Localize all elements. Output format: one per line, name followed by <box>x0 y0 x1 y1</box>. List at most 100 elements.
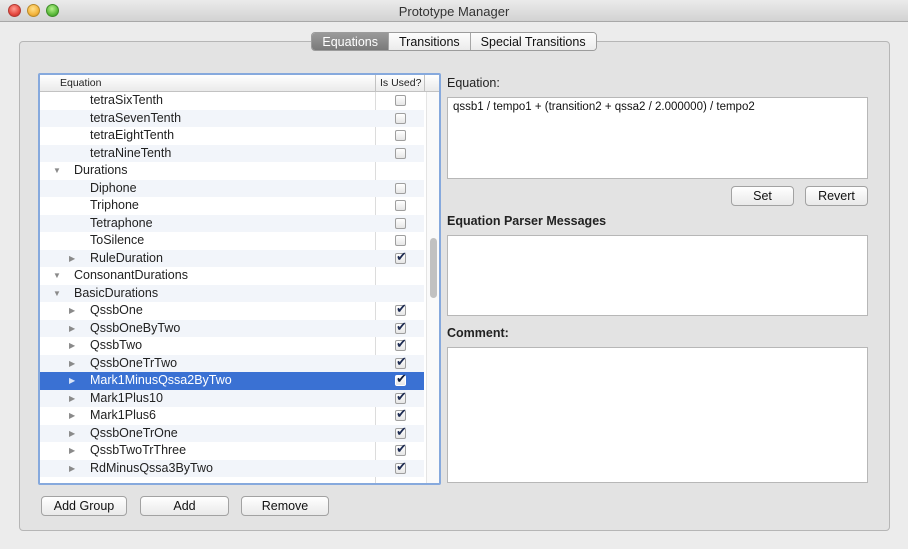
row-label: RdMinusQssa3ByTwo <box>90 460 213 475</box>
disclosure-closed-icon[interactable]: ▶ <box>69 320 75 338</box>
table-row[interactable]: Diphone <box>40 179 424 197</box>
tab-bar: Equations Transitions Special Transition… <box>0 32 908 51</box>
column-header-equation[interactable]: Equation <box>60 77 101 89</box>
table-row[interactable]: ▶ Mark1Plus10 <box>40 388 424 408</box>
disclosure-closed-icon[interactable]: ▶ <box>69 250 75 268</box>
comment-label: Comment: <box>447 326 509 340</box>
vertical-scrollbar[interactable] <box>426 92 439 483</box>
revert-button[interactable]: Revert <box>805 186 868 206</box>
is-used-checkbox[interactable] <box>395 370 407 388</box>
table-row[interactable]: ▶ QssbOneByTwo <box>40 318 424 338</box>
row-label: ConsonantDurations <box>74 268 188 282</box>
row-label: tetraSevenTenth <box>90 110 182 125</box>
is-used-checkbox[interactable] <box>395 440 407 458</box>
disclosure-closed-icon[interactable]: ▶ <box>69 355 75 373</box>
is-used-checkbox[interactable] <box>395 217 406 229</box>
row-label: Tetraphone <box>90 215 153 230</box>
equation-outline-view[interactable]: Equation Is Used? tetraSixTenth tetraSeve… <box>38 73 441 485</box>
row-label: Mark1MinusQssa2ByTwo <box>90 373 232 387</box>
parser-messages-field <box>447 235 868 316</box>
table-rows: tetraSixTenth tetraSevenTenth tetraEightTe… <box>40 92 424 477</box>
table-row[interactable]: ▶ Mark1Plus6 <box>40 405 424 425</box>
table-row[interactable]: ▶ RuleDuration <box>40 248 424 268</box>
scrollbar-thumb[interactable] <box>430 238 437 298</box>
row-label: RuleDuration <box>90 250 163 265</box>
tab-transitions[interactable]: Transitions <box>388 33 470 50</box>
table-row[interactable]: ▼ BasicDurations <box>40 284 424 303</box>
table-row[interactable]: ▶ RdMinusQssa3ByTwo <box>40 458 424 478</box>
row-label: BasicDurations <box>74 285 159 300</box>
tab-segmented-control: Equations Transitions Special Transition… <box>311 32 597 51</box>
is-used-checkbox[interactable] <box>395 300 407 318</box>
is-used-checkbox[interactable] <box>395 388 407 405</box>
disclosure-closed-icon[interactable]: ▶ <box>69 425 75 443</box>
add-button[interactable]: Add <box>140 496 229 516</box>
table-row[interactable]: Triphone <box>40 197 424 215</box>
column-header-is-used[interactable]: Is Used? <box>380 77 421 89</box>
disclosure-closed-icon[interactable]: ▶ <box>69 460 75 478</box>
is-used-checkbox[interactable] <box>395 458 407 475</box>
is-used-checkbox[interactable] <box>395 423 407 440</box>
row-label: QssbOneTrTwo <box>90 355 178 370</box>
row-label: tetraNineTenth <box>90 145 172 160</box>
is-used-checkbox[interactable] <box>395 182 406 194</box>
is-used-checkbox[interactable] <box>395 147 406 159</box>
table-row[interactable]: ToSilence <box>40 232 424 250</box>
disclosure-open-icon[interactable]: ▼ <box>53 162 61 180</box>
table-row[interactable]: ▼ ConsonantDurations <box>40 267 424 285</box>
row-label: ToSilence <box>90 233 145 247</box>
table-row[interactable]: Tetraphone <box>40 214 424 232</box>
tab-special-transitions[interactable]: Special Transitions <box>469 33 596 50</box>
window-title: Prototype Manager <box>398 4 510 19</box>
tab-equations[interactable]: Equations <box>312 33 388 50</box>
disclosure-closed-icon[interactable]: ▶ <box>69 337 75 355</box>
is-used-checkbox[interactable] <box>395 248 407 265</box>
comment-text-field[interactable] <box>447 347 868 483</box>
row-label: tetraSixTenth <box>90 93 163 107</box>
is-used-checkbox[interactable] <box>395 353 407 370</box>
table-row[interactable]: tetraNineTenth <box>40 144 424 162</box>
disclosure-closed-icon[interactable]: ▶ <box>69 407 75 425</box>
equation-label: Equation: <box>447 76 500 90</box>
row-label: QssbTwoTrThree <box>90 443 187 457</box>
table-row[interactable]: ▶ QssbTwoTrThree <box>40 440 424 460</box>
set-button[interactable]: Set <box>731 186 794 206</box>
disclosure-closed-icon[interactable]: ▶ <box>69 372 75 390</box>
is-used-checkbox[interactable] <box>395 335 407 353</box>
add-group-button[interactable]: Add Group <box>41 496 127 516</box>
table-row[interactable]: ▶ QssbOneTrTwo <box>40 353 424 373</box>
disclosure-closed-icon[interactable]: ▶ <box>69 442 75 460</box>
is-used-checkbox[interactable] <box>395 318 407 335</box>
table-row[interactable]: ▶ QssbOneTrOne <box>40 423 424 443</box>
table-header: Equation Is Used? <box>40 75 439 92</box>
table-row[interactable]: ▶ QssbTwo <box>40 335 424 355</box>
is-used-checkbox[interactable] <box>395 130 406 141</box>
is-used-checkbox[interactable] <box>395 405 407 423</box>
table-row[interactable]: tetraEightTenth <box>40 127 424 145</box>
column-divider <box>375 75 376 92</box>
table-row[interactable]: ▶ QssbOne <box>40 300 424 320</box>
is-used-checkbox[interactable] <box>395 200 406 211</box>
table-row[interactable]: tetraSevenTenth <box>40 109 424 127</box>
is-used-checkbox[interactable] <box>395 112 406 124</box>
is-used-checkbox[interactable] <box>395 95 406 106</box>
disclosure-closed-icon[interactable]: ▶ <box>69 302 75 320</box>
row-label: tetraEightTenth <box>90 128 175 142</box>
table-row[interactable]: tetraSixTenth <box>40 92 424 110</box>
row-label: Mark1Plus10 <box>90 390 163 405</box>
table-row[interactable]: ▶ Mark1MinusQssa2ByTwo <box>40 370 424 390</box>
row-label: Mark1Plus6 <box>90 408 156 422</box>
table-row[interactable]: ▼ Durations <box>40 162 424 180</box>
disclosure-open-icon[interactable]: ▼ <box>53 267 61 285</box>
is-used-checkbox[interactable] <box>395 235 406 246</box>
remove-button[interactable]: Remove <box>241 496 329 516</box>
row-label: QssbOneTrOne <box>90 425 178 440</box>
row-label: Triphone <box>90 198 139 212</box>
disclosure-open-icon[interactable]: ▼ <box>53 285 61 303</box>
title-bar: Prototype Manager <box>0 0 908 22</box>
disclosure-closed-icon[interactable]: ▶ <box>69 390 75 408</box>
equation-text-field[interactable]: qssb1 / tempo1 + (transition2 + qssa2 / … <box>447 97 868 179</box>
row-label: Durations <box>74 163 128 177</box>
equation-text: qssb1 / tempo1 + (transition2 + qssa2 / … <box>453 101 755 113</box>
row-label: QssbOneByTwo <box>90 320 181 335</box>
